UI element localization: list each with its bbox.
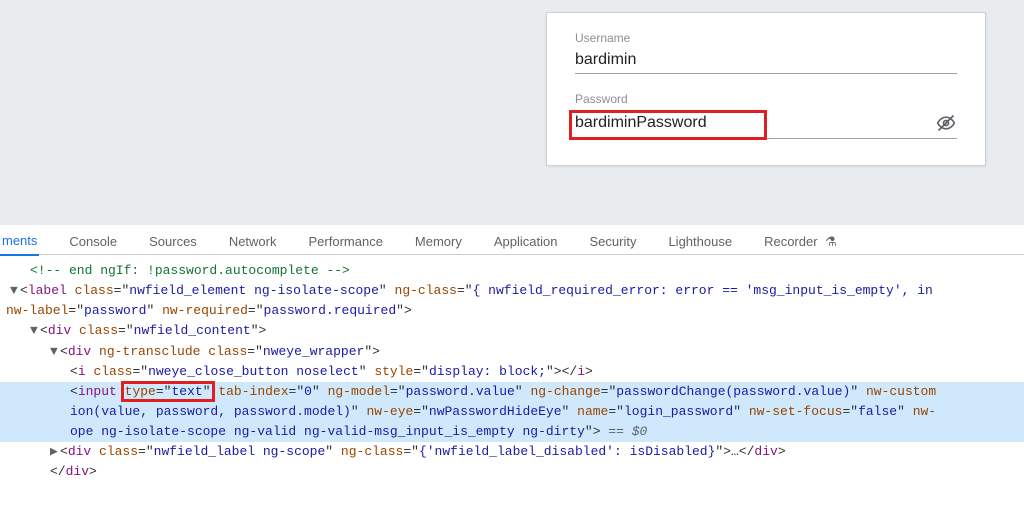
tab-security[interactable]: Security [587,230,638,255]
tab-elements[interactable]: ments [0,229,39,256]
username-row [575,51,957,74]
username-input[interactable] [575,51,957,69]
caret-down-icon[interactable]: ▼ [50,342,60,362]
caret-right-icon[interactable]: ▶ [50,442,60,462]
code-div-label[interactable]: ▶<div class="nwfield_label ng-scope" ng-… [0,442,1024,462]
tab-lighthouse[interactable]: Lighthouse [666,230,734,255]
code-comment: <!-- end ngIf: !password.autocomplete --… [0,261,1024,281]
username-label: Username [575,31,957,45]
caret-down-icon[interactable]: ▼ [30,321,40,341]
caret-down-icon[interactable]: ▼ [10,281,20,301]
flask-icon: ⚗ [825,234,837,249]
code-div-content[interactable]: ▼<div class="nwfield_content"> [0,321,1024,341]
password-label: Password [575,92,957,106]
elements-panel[interactable]: <!-- end ngIf: !password.autocomplete --… [0,255,1024,483]
tab-network[interactable]: Network [227,230,279,255]
code-input-line1[interactable]: <input type="text" tab-index="0" ng-mode… [0,382,1024,402]
password-field: Password [575,92,957,139]
code-i-line[interactable]: <i class="nweye_close_button noselect" s… [0,362,1024,382]
code-label-open-cont[interactable]: nw-label="password" nw-required="passwor… [0,301,1024,321]
tab-sources[interactable]: Sources [147,230,199,255]
tab-performance[interactable]: Performance [307,230,385,255]
code-div-eyewrap[interactable]: ▼<div ng-transclude class="nweye_wrapper… [0,342,1024,362]
devtools-tabs: ments Console Sources Network Performanc… [0,225,1024,255]
tab-recorder[interactable]: Recorder ⚗ [762,230,839,256]
username-field: Username [575,31,957,74]
page-background: Username Password [0,0,1024,225]
code-input-line2[interactable]: ion(value, password, password.model)" nw… [0,402,1024,422]
tab-console[interactable]: Console [67,230,119,255]
toggle-visibility-icon[interactable] [935,112,957,134]
login-card: Username Password [546,12,986,166]
tab-memory[interactable]: Memory [413,230,464,255]
code-label-open[interactable]: ▼<label class="nwfield_element ng-isolat… [0,281,1024,301]
code-input-line3[interactable]: ope ng-isolate-scope ng-valid ng-valid-m… [0,422,1024,442]
password-row [575,112,957,139]
code-div-close[interactable]: </div> [0,462,1024,482]
tab-recorder-label: Recorder [764,234,817,249]
tab-application[interactable]: Application [492,230,560,255]
password-input[interactable] [575,114,935,132]
